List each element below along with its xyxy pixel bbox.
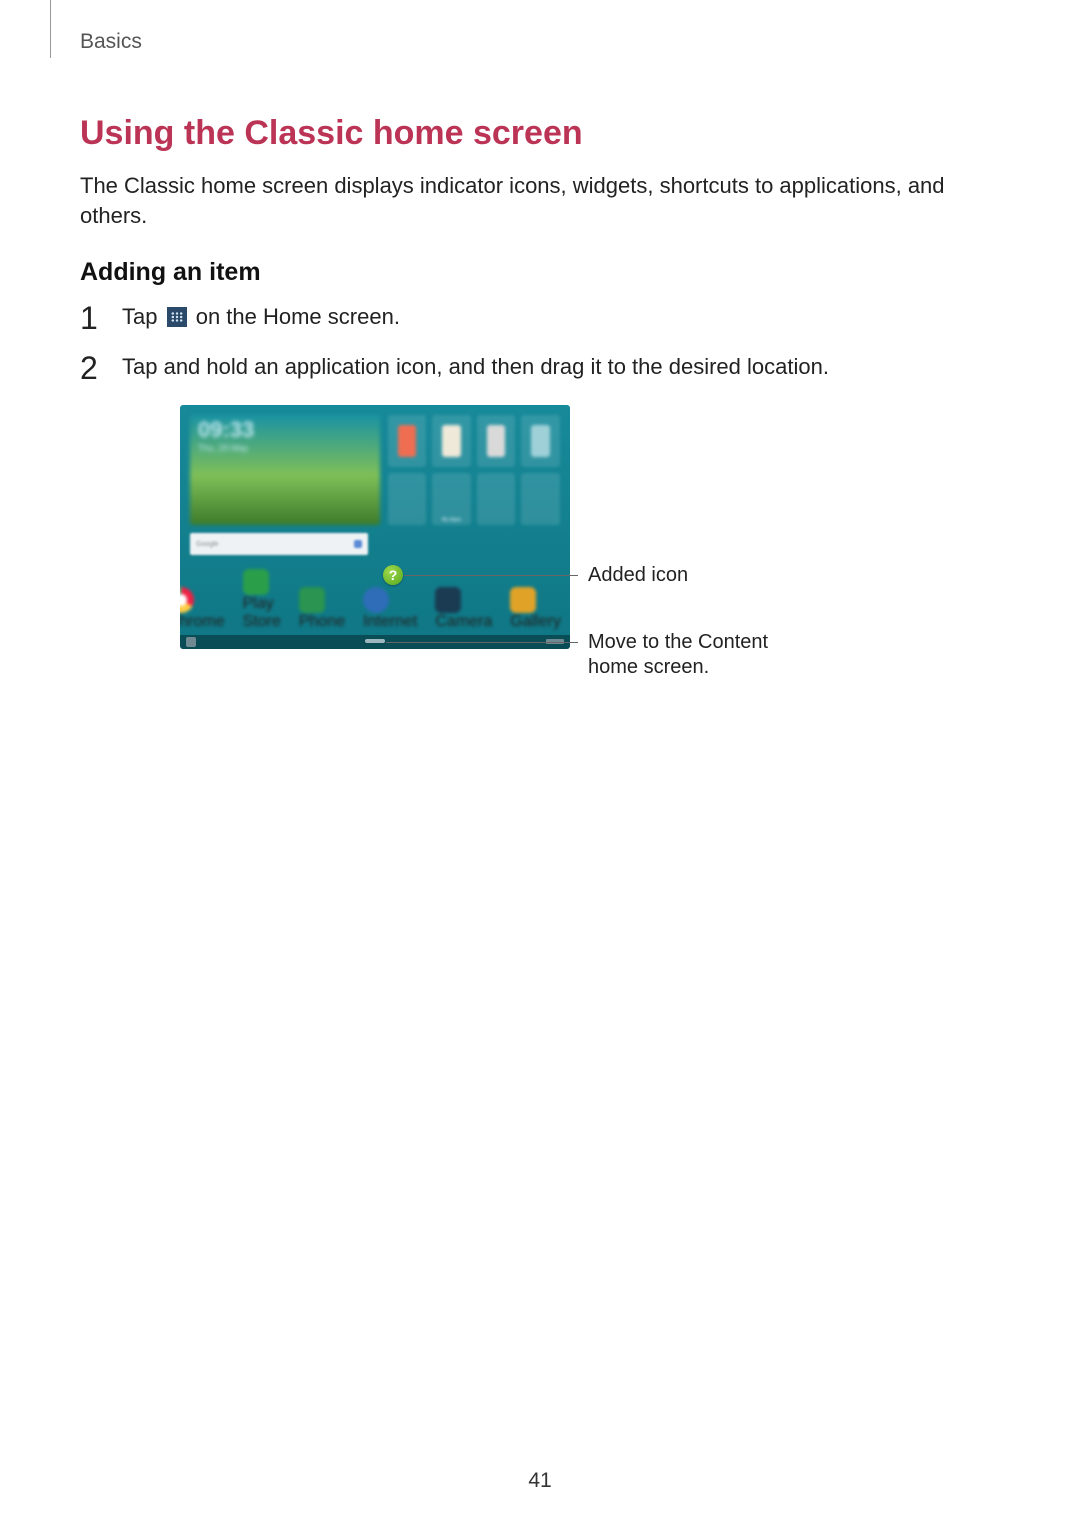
step-number: 1: [80, 295, 98, 341]
dock-item-phone: Phone: [299, 587, 345, 631]
step-text: Tap and hold an application icon, and th…: [122, 354, 829, 379]
apps-grid-icon: [167, 307, 187, 327]
home-indicator: [365, 639, 385, 643]
dock-item-internet: Internet: [363, 587, 417, 631]
tablet-screenshot: 09:33 Thu, 29 May My Apps Google: [180, 405, 570, 649]
step-1: 1 Tap on the Home screen.: [80, 301, 1000, 333]
subheading: Adding an item: [80, 258, 1000, 287]
step-number: 2: [80, 345, 98, 391]
step-2: 2 Tap and hold an application icon, and …: [80, 351, 1000, 383]
section-title: Using the Classic home screen: [80, 114, 1000, 153]
date-text: Thu, 29 May: [198, 443, 248, 453]
weather-clock-widget: 09:33 Thu, 29 May: [190, 415, 380, 525]
added-app-icon: ?: [383, 565, 403, 585]
tray-icon: [546, 639, 564, 644]
grid-icon: My Apps: [432, 473, 471, 525]
dock-item-gallery: Gallery: [510, 587, 561, 631]
app-icon-grid: My Apps: [388, 415, 560, 525]
dock-item-chrome: Chrome: [180, 587, 225, 631]
intro-paragraph: The Classic home screen displays indicat…: [80, 171, 1000, 230]
nav-bar: [180, 635, 570, 649]
figure: 09:33 Thu, 29 May My Apps Google: [180, 405, 900, 649]
mic-icon: [354, 540, 362, 548]
callout-move: Move to the Content home screen.: [588, 630, 798, 680]
header-rule: [50, 0, 51, 58]
step-list: 1 Tap on the Home screen. 2 Tap and hold…: [80, 301, 1000, 383]
dock: Apps Chrome Play Store Phone Internet Ca…: [180, 591, 570, 631]
grid-icon: [477, 415, 516, 467]
clock-text: 09:33: [198, 417, 254, 443]
callout-added-icon: Added icon: [588, 563, 688, 588]
grid-icon: [388, 415, 427, 467]
dock-item-camera: Camera: [435, 587, 492, 631]
grid-label: My Apps: [432, 517, 471, 523]
top-widgets: 09:33 Thu, 29 May My Apps: [190, 415, 560, 525]
grid-icon: [521, 415, 560, 467]
grid-icon: [432, 415, 471, 467]
grid-icon: [477, 473, 516, 525]
page-number: 41: [0, 1469, 1080, 1493]
breadcrumb: Basics: [80, 30, 1000, 54]
step-text: on the Home screen.: [190, 304, 400, 329]
google-search-bar: Google: [190, 533, 368, 555]
grid-icon: [388, 473, 427, 525]
manual-page: Basics Using the Classic home screen The…: [0, 0, 1080, 1527]
dock-item-playstore: Play Store: [243, 569, 281, 631]
recent-icon: [186, 637, 196, 647]
search-placeholder: Google: [196, 541, 219, 548]
grid-icon: [521, 473, 560, 525]
step-text: Tap: [122, 304, 164, 329]
